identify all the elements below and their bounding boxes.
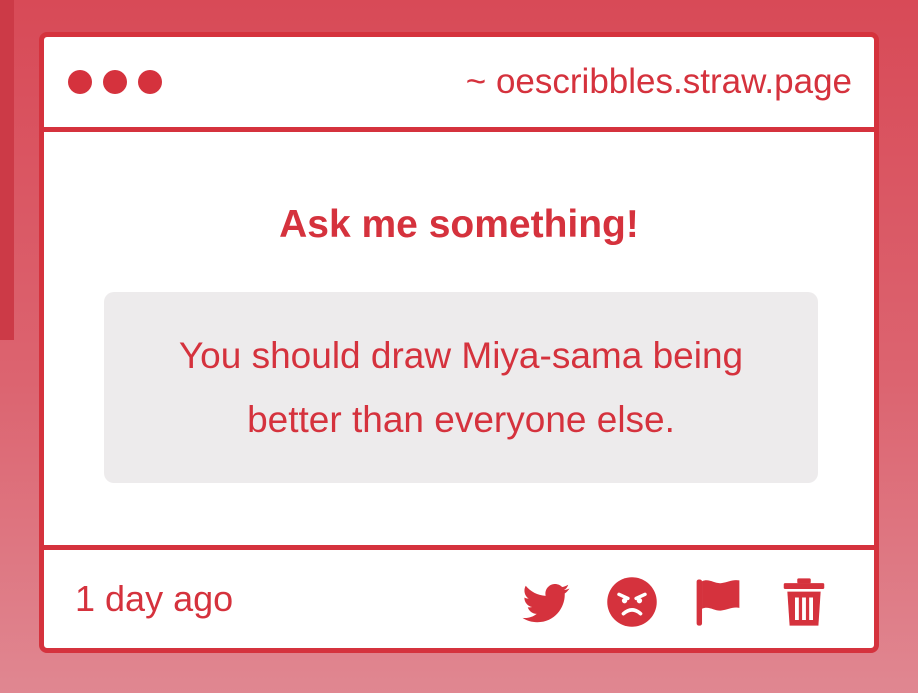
window-controls: [68, 70, 162, 94]
window-titlebar: ~ oescribbles.straw.page: [44, 37, 874, 132]
window-dot-icon: [68, 70, 92, 94]
window-dot-icon: [138, 70, 162, 94]
twitter-share-button[interactable]: [519, 575, 573, 629]
angry-face-icon: [607, 577, 657, 627]
background-edge-strip: [0, 0, 14, 340]
report-button[interactable]: [691, 575, 745, 629]
trash-icon: [783, 578, 825, 626]
react-angry-button[interactable]: [605, 575, 659, 629]
window-dot-icon: [103, 70, 127, 94]
delete-button[interactable]: [777, 575, 831, 629]
question-text: You should draw Miya-sama being better t…: [178, 334, 744, 440]
twitter-icon: [522, 584, 570, 623]
question-card: ~ oescribbles.straw.page Ask me somethin…: [39, 32, 879, 653]
flag-icon: [696, 579, 740, 626]
question-box: You should draw Miya-sama being better t…: [104, 292, 818, 483]
timestamp: 1 day ago: [75, 578, 234, 619]
card-body: Ask me something! You should draw Miya-s…: [44, 132, 874, 545]
page-title: Ask me something!: [279, 203, 639, 246]
action-bar: [519, 575, 831, 629]
card-footer: 1 day ago: [44, 545, 874, 648]
page-url: ~ oescribbles.straw.page: [465, 62, 852, 101]
